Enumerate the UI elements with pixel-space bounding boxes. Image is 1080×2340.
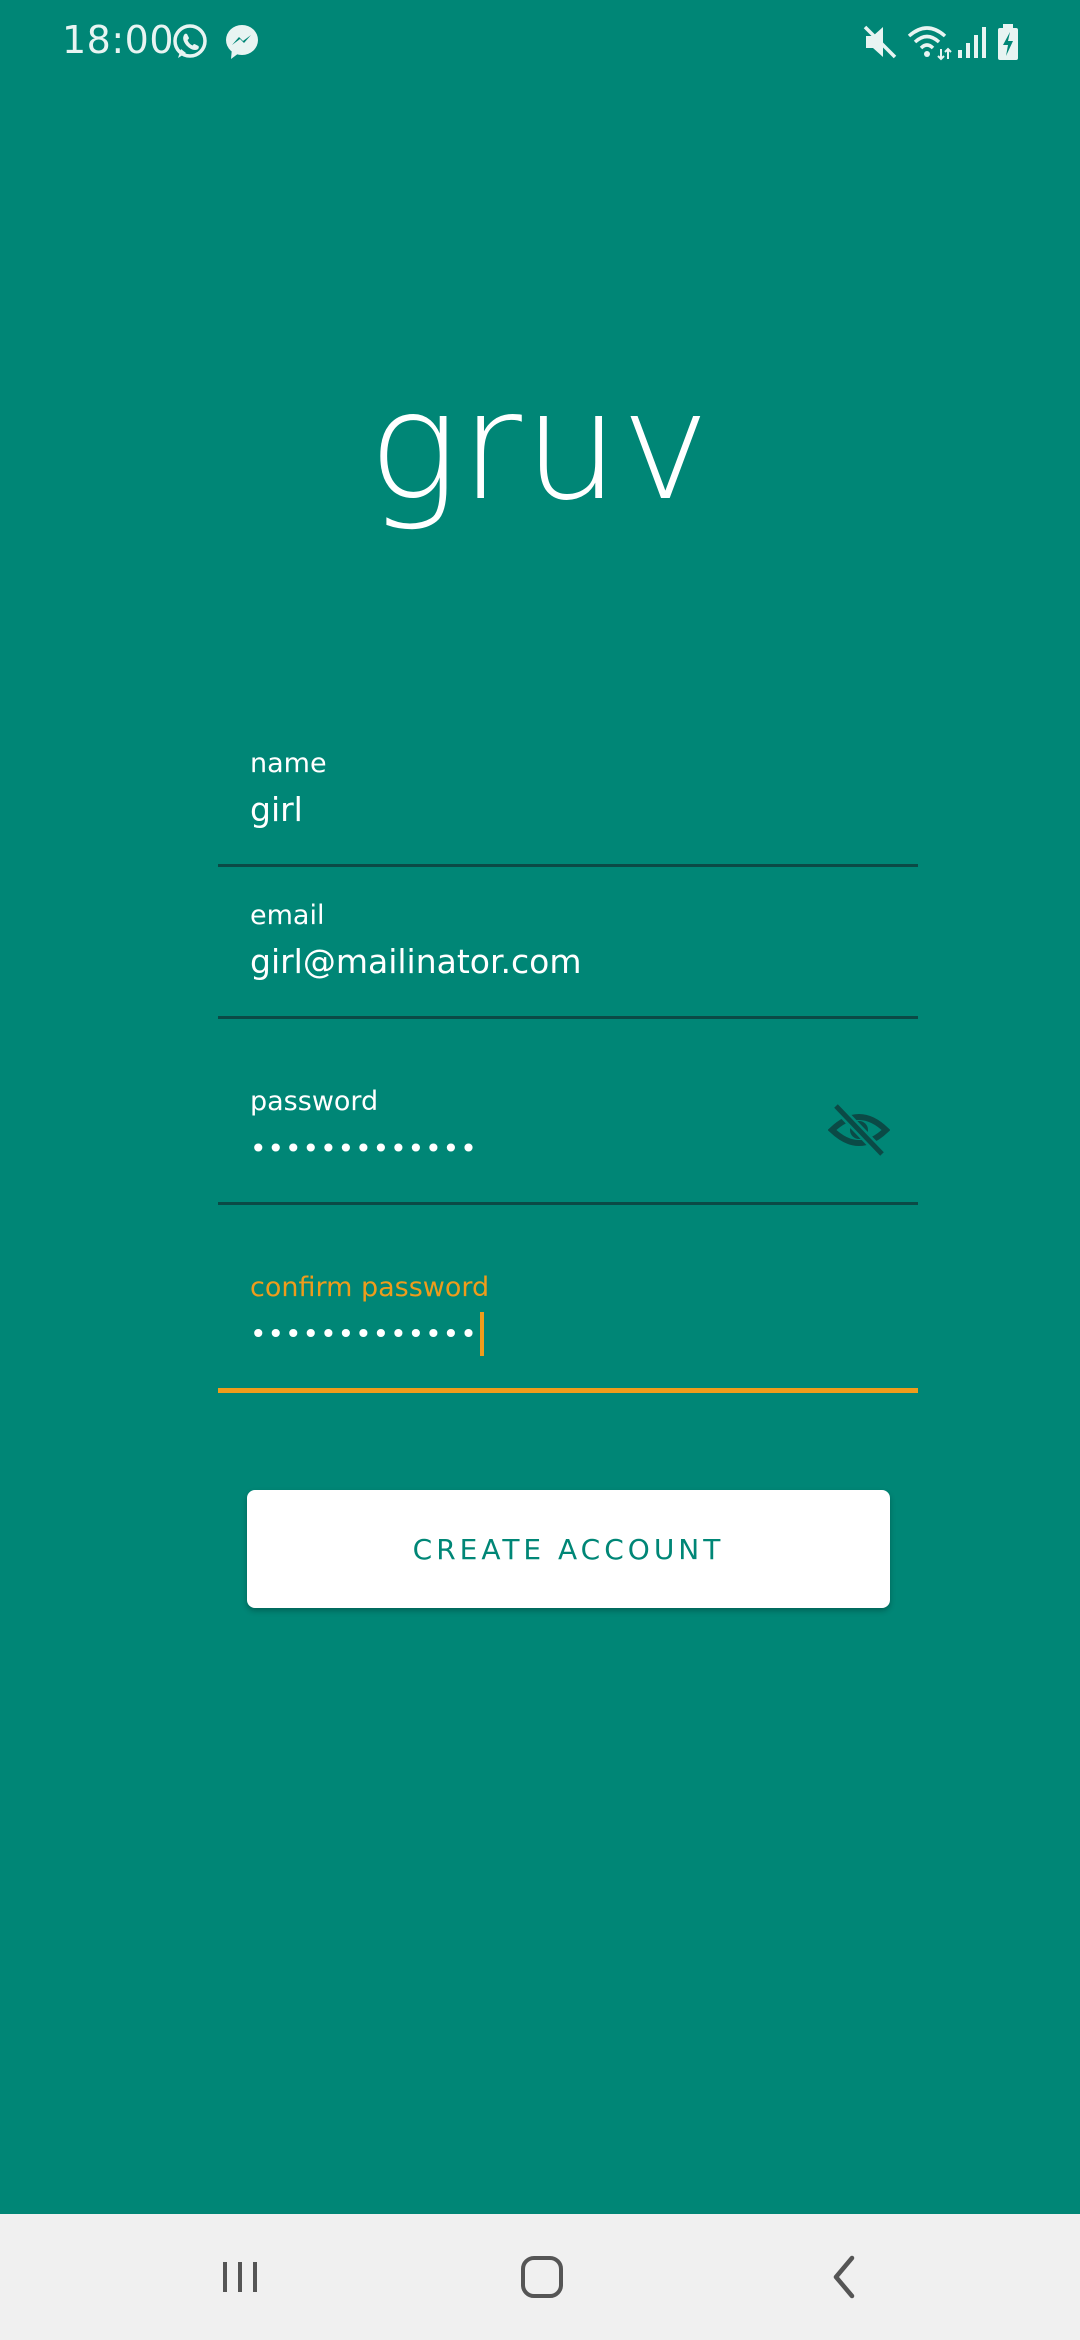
email-label: email: [250, 900, 325, 931]
confirm-password-underline: [218, 1388, 918, 1393]
status-time: 18:00: [62, 18, 175, 62]
home-icon[interactable]: [507, 2242, 577, 2312]
signal-icon: [956, 22, 988, 62]
email-underline: [218, 1016, 918, 1019]
mute-icon: [862, 22, 898, 62]
password-field[interactable]: password •••••••••••••: [218, 1078, 918, 1206]
email-field[interactable]: email girl@mailinator.com: [218, 892, 918, 1020]
name-label: name: [250, 748, 327, 779]
password-input[interactable]: •••••••••••••: [250, 1132, 478, 1165]
name-underline: [218, 864, 918, 867]
confirm-password-label: confirm password: [250, 1272, 490, 1303]
messenger-icon: [222, 22, 262, 62]
wifi-icon: [906, 22, 952, 62]
back-icon[interactable]: [810, 2242, 880, 2312]
status-bar: 18:00: [0, 0, 1080, 84]
confirm-password-input[interactable]: •••••••••••••: [250, 1312, 484, 1356]
confirm-password-value: •••••••••••••: [250, 1317, 478, 1351]
battery-charging-icon: [996, 22, 1020, 62]
text-caret: [479, 1312, 484, 1356]
whatsapp-icon: [170, 22, 210, 62]
name-input[interactable]: girl: [250, 790, 303, 829]
password-label: password: [250, 1086, 379, 1117]
email-input[interactable]: girl@mailinator.com: [250, 942, 582, 981]
navigation-bar: [0, 2214, 1080, 2340]
password-underline: [218, 1202, 918, 1205]
recent-apps-icon[interactable]: [205, 2242, 275, 2312]
confirm-password-field[interactable]: confirm password •••••••••••••: [218, 1264, 918, 1394]
app-logo: gruv: [368, 360, 712, 534]
name-field[interactable]: name girl: [218, 740, 918, 868]
eye-off-icon[interactable]: [827, 1102, 891, 1158]
create-account-button[interactable]: CREATE ACCOUNT: [247, 1490, 890, 1608]
